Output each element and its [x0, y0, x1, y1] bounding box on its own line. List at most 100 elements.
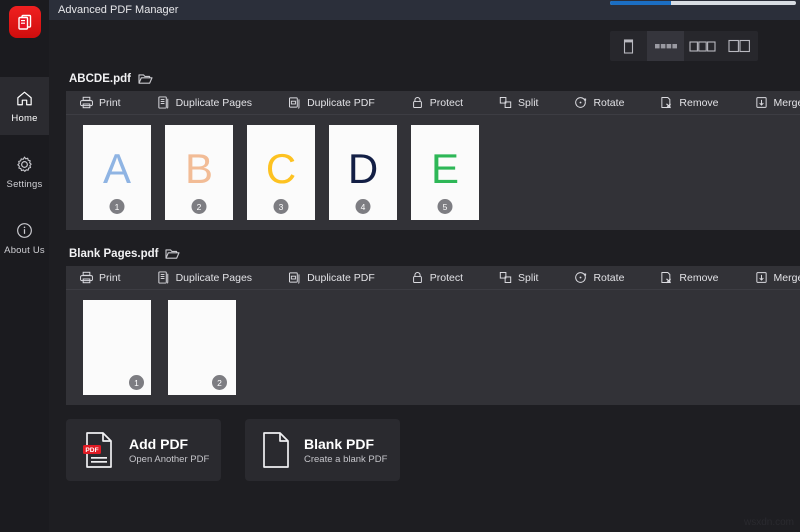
window-progress-bar — [610, 1, 796, 5]
document-name: ABCDE.pdf — [69, 72, 131, 85]
toolbar-label: Protect — [429, 96, 464, 109]
blank-file-icon — [261, 431, 291, 469]
printer-icon — [80, 96, 93, 109]
page-letter: C — [265, 144, 297, 192]
toolbar-label: Split — [518, 96, 539, 109]
protect-button[interactable]: Protect — [399, 266, 475, 290]
pdf-file-icon: PDF — [82, 431, 116, 469]
toolbar-label: Split — [518, 271, 539, 284]
three-column-view-button[interactable] — [684, 31, 721, 61]
toolbar-label: Duplicate PDF — [307, 271, 375, 284]
page-letter: B — [184, 144, 213, 192]
view-toolbar — [49, 20, 800, 72]
page-number-badge: 4 — [355, 199, 371, 214]
sidebar-nav: Home Settings About Us — [0, 77, 49, 267]
list-view-icon — [654, 41, 677, 51]
duplicate-pages-icon — [157, 271, 170, 284]
toolbar-label: Duplicate Pages — [175, 271, 253, 284]
merge-pdf-button[interactable]: Merge PDF — [743, 266, 800, 290]
main-area: Advanced PDF Manager ABCDE.pdf Print Dup… — [49, 0, 800, 532]
split-icon — [499, 96, 512, 109]
app-title: Advanced PDF Manager — [58, 4, 179, 16]
document-section-abcde: ABCDE.pdf Print Duplicate Pages Duplicat… — [49, 72, 800, 230]
page-letter: E — [430, 144, 459, 192]
toolbar-label: Print — [99, 271, 121, 284]
document-toolbar: Print Duplicate Pages Duplicate PDF Prot… — [66, 266, 800, 290]
sidebar-item-settings[interactable]: Settings — [0, 143, 49, 201]
toolbar-label: Rotate — [593, 271, 625, 284]
sidebar-item-about-us[interactable]: About Us — [0, 209, 49, 267]
two-column-view-button[interactable] — [721, 31, 758, 61]
page-thumbnail[interactable]: 1 — [83, 300, 151, 395]
action-subtitle: Create a blank PDF — [304, 453, 388, 465]
add-pdf-button[interactable]: PDF Add PDF Open Another PDF — [66, 419, 221, 481]
merge-pdf-icon — [755, 96, 768, 109]
remove-button[interactable]: Remove — [648, 266, 730, 290]
page-letter: A — [102, 144, 131, 192]
page-thumbnail[interactable]: 2 — [168, 300, 236, 395]
toolbar-label: Merge PDF — [773, 271, 800, 284]
sidebar-item-label: About Us — [4, 244, 45, 256]
page-thumbnail[interactable]: C 3 — [247, 125, 315, 220]
add-pdf-text: Add PDF Open Another PDF — [129, 436, 209, 465]
merge-pdf-icon — [755, 271, 768, 284]
app-window: Home Settings About Us Advanced PDF Mana… — [0, 0, 800, 532]
sidebar-item-label: Settings — [6, 178, 43, 190]
page-thumbnail-list: A 1 B 2 C 3 D 4 E 5 — [66, 115, 800, 230]
single-page-view-button[interactable] — [610, 31, 647, 61]
page-number-badge: 1 — [109, 199, 125, 214]
page-number-badge: 5 — [437, 199, 453, 214]
duplicate-pdf-button[interactable]: Duplicate PDF — [276, 91, 387, 115]
page-thumbnail[interactable]: A 1 — [83, 125, 151, 220]
blank-pdf-button[interactable]: Blank PDF Create a blank PDF — [245, 419, 400, 481]
duplicate-pdf-button[interactable]: Duplicate PDF — [276, 266, 387, 290]
page-thumbnail[interactable]: D 4 — [329, 125, 397, 220]
document-header: ABCDE.pdf — [49, 72, 800, 91]
two-column-icon — [728, 39, 751, 53]
info-icon — [15, 221, 34, 240]
open-folder-icon[interactable] — [165, 247, 181, 260]
duplicate-pages-button[interactable]: Duplicate Pages — [145, 266, 264, 290]
duplicate-pages-button[interactable]: Duplicate Pages — [145, 91, 264, 115]
page-thumbnail[interactable]: E 5 — [411, 125, 479, 220]
action-subtitle: Open Another PDF — [129, 453, 210, 465]
sidebar-item-home[interactable]: Home — [0, 77, 49, 135]
toolbar-label: Duplicate PDF — [307, 96, 375, 109]
duplicate-pdf-icon — [288, 96, 301, 109]
list-view-button[interactable] — [647, 31, 684, 61]
toolbar-label: Remove — [679, 96, 719, 109]
single-page-icon — [621, 38, 636, 55]
lock-icon — [411, 96, 424, 109]
three-column-icon — [689, 40, 716, 53]
rotate-button[interactable]: Rotate — [562, 266, 636, 290]
remove-button[interactable]: Remove — [648, 91, 730, 115]
page-number-badge: 3 — [273, 199, 289, 214]
rotate-button[interactable]: Rotate — [562, 91, 636, 115]
print-button[interactable]: Print — [80, 266, 133, 290]
page-thumbnail[interactable]: B 2 — [165, 125, 233, 220]
page-number-badge: 2 — [212, 375, 227, 390]
print-button[interactable]: Print — [80, 91, 133, 115]
page-thumbnail-list: 1 2 — [66, 290, 800, 405]
remove-icon — [660, 271, 673, 284]
open-folder-icon[interactable] — [138, 72, 153, 85]
toolbar-label: Rotate — [593, 96, 625, 109]
pdf-copy-logo-icon — [16, 13, 34, 31]
protect-button[interactable]: Protect — [399, 91, 475, 115]
window-progress-fill — [610, 1, 672, 5]
toolbar-label: Merge PDF — [773, 96, 800, 109]
split-button[interactable]: Split — [487, 266, 550, 290]
action-title: Blank PDF — [304, 435, 375, 452]
lock-icon — [411, 271, 424, 284]
rotate-icon — [574, 96, 587, 109]
home-icon — [15, 89, 34, 108]
duplicate-pages-icon — [157, 96, 170, 109]
watermark: wsxdn.com — [743, 517, 794, 528]
document-name: Blank Pages.pdf — [69, 247, 159, 260]
document-panel: Print Duplicate Pages Duplicate PDF Prot… — [66, 91, 800, 230]
blank-pdf-text: Blank PDF Create a blank PDF — [304, 436, 387, 465]
merge-pdf-button[interactable]: Merge PDF — [743, 91, 800, 115]
split-button[interactable]: Split — [487, 91, 550, 115]
